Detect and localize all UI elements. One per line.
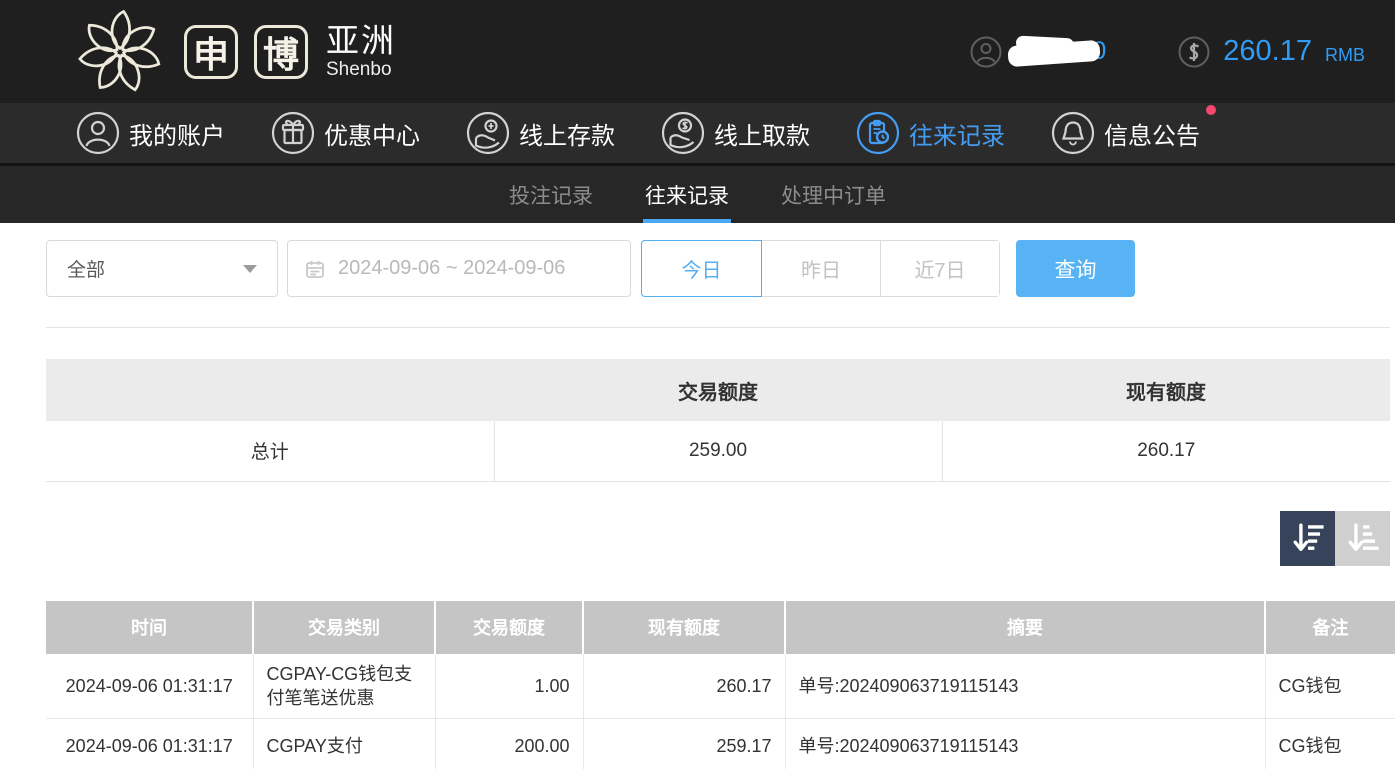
- flower-logo-icon: [78, 9, 161, 91]
- sort-ascending-icon: [1348, 523, 1379, 552]
- tab-transaction-records[interactable]: 往来记录: [643, 166, 731, 223]
- sort-descending-icon: [1293, 523, 1324, 552]
- calendar-icon: [306, 260, 324, 278]
- summary-total-balance: 260.17: [941, 421, 1390, 482]
- sort-descending-button[interactable]: [1280, 510, 1335, 566]
- logo-char-shen: 申: [184, 24, 238, 79]
- summary-header-balance: 现有额度: [942, 359, 1390, 421]
- account-icon: [76, 111, 120, 155]
- logo-region: 亚洲: [326, 22, 396, 59]
- gift-icon: [271, 111, 315, 155]
- sub-nav: 投注记录 往来记录 处理中订单: [0, 166, 1395, 223]
- bell-icon: [1051, 111, 1095, 155]
- col-header-summary: 摘要: [785, 600, 1266, 654]
- summary-total-row: 总计 259.00 260.17: [46, 421, 1390, 482]
- nav-label: 我的账户: [129, 122, 225, 150]
- nav-item-withdraw[interactable]: 线上取款: [661, 111, 818, 155]
- records-icon: [856, 111, 900, 155]
- logo-subtitle: Shenbo: [326, 59, 392, 80]
- summary-total-transaction: 259.00: [493, 421, 942, 482]
- logo-char-bo: 博: [254, 24, 308, 79]
- nav-item-promotions[interactable]: 优惠中心: [271, 111, 428, 155]
- withdraw-icon: [661, 111, 705, 155]
- nav-label: 优惠中心: [324, 122, 420, 150]
- search-button[interactable]: 查询: [1016, 240, 1135, 297]
- table-row: 2024-09-06 01:31:17 CGPAY-CG钱包支付笔笔送优惠 1.…: [46, 653, 1395, 720]
- topbar-right: ber3500 260.17 RMB: [970, 34, 1365, 68]
- chevron-down-icon: [243, 264, 257, 273]
- cell-balance: 259.17: [583, 718, 786, 769]
- cell-type: CGPAY-CG钱包支付笔笔送优惠: [253, 653, 436, 720]
- user-icon: [970, 36, 1002, 67]
- cell-summary: 单号:202409063719115143: [785, 718, 1266, 769]
- content: 全部 2024-09-06 ~ 2024-09-06 今日 昨日 近7日 查询: [0, 223, 1395, 769]
- dollar-coin-icon: [1178, 36, 1210, 67]
- balance-amount: 260.17: [1223, 35, 1312, 67]
- records-table: 时间 交易类别 交易额度 现有额度 摘要 备注 2024-09-06 01:31…: [46, 600, 1395, 769]
- account-info[interactable]: ber3500: [970, 34, 1106, 68]
- nav-item-transaction-records[interactable]: 往来记录: [856, 111, 1013, 155]
- main-nav: 我的账户 优惠中心 线上存款 线上取款 往来记录 信息公告: [0, 103, 1395, 166]
- topbar: 申 博 亚洲 Shenbo ber3500: [0, 0, 1395, 103]
- cell-time: 2024-09-06 01:31:17: [46, 718, 254, 769]
- tab-betting-records[interactable]: 投注记录: [507, 166, 595, 223]
- summary-table: 交易额度 现有额度 总计 259.00 260.17: [46, 359, 1390, 482]
- col-header-note: 备注: [1265, 600, 1395, 654]
- quick-range-last7days[interactable]: 近7日: [880, 241, 999, 296]
- tab-pending-orders[interactable]: 处理中订单: [779, 166, 888, 223]
- summary-header-row: 交易额度 现有额度: [46, 359, 1390, 421]
- logo-text: 亚洲 Shenbo: [326, 24, 396, 79]
- cell-amount: 1.00: [435, 653, 584, 720]
- deposit-icon: [466, 111, 510, 155]
- quick-range-group: 今日 昨日 近7日: [641, 240, 1000, 297]
- summary-header-empty: [46, 359, 494, 421]
- nav-item-deposit[interactable]: 线上存款: [466, 111, 623, 155]
- table-row: 2024-09-06 01:31:17 CGPAY支付 200.00 259.1…: [46, 718, 1395, 769]
- col-header-balance: 现有额度: [583, 600, 786, 654]
- cell-note: CG钱包: [1265, 718, 1395, 769]
- balance-info[interactable]: 260.17 RMB: [1178, 35, 1365, 68]
- cell-balance: 260.17: [583, 653, 786, 720]
- nav-item-my-account[interactable]: 我的账户: [76, 111, 233, 155]
- cell-type: CGPAY支付: [253, 718, 436, 769]
- date-range-value: 2024-09-06 ~ 2024-09-06: [338, 257, 566, 279]
- cell-summary: 单号:202409063719115143: [785, 653, 1266, 720]
- sort-ascending-button[interactable]: [1335, 510, 1390, 566]
- nav-label: 线上存款: [519, 122, 615, 150]
- cell-time: 2024-09-06 01:31:17: [46, 653, 254, 720]
- col-header-type: 交易类别: [253, 600, 436, 654]
- currency-label: RMB: [1325, 44, 1365, 65]
- summary-header-transaction: 交易额度: [494, 359, 942, 421]
- sort-controls: [46, 510, 1390, 566]
- notification-dot: [1206, 105, 1216, 115]
- quick-range-today[interactable]: 今日: [641, 240, 762, 297]
- logo: 申 博 亚洲 Shenbo: [72, 6, 396, 98]
- nav-label: 往来记录: [909, 122, 1005, 150]
- divider: [46, 327, 1390, 328]
- cell-amount: 200.00: [435, 718, 584, 769]
- summary-total-label: 总计: [46, 421, 494, 482]
- col-header-amount: 交易额度: [435, 600, 584, 654]
- category-selected-value: 全部: [67, 260, 106, 281]
- nav-item-announcements[interactable]: 信息公告: [1051, 105, 1216, 155]
- records-header-row: 时间 交易类别 交易额度 现有额度 摘要 备注: [46, 600, 1395, 654]
- date-range-input[interactable]: 2024-09-06 ~ 2024-09-06: [287, 240, 631, 297]
- col-header-time: 时间: [46, 600, 254, 654]
- redaction-overlay-2: [1015, 34, 1074, 53]
- nav-label: 信息公告: [1104, 122, 1200, 150]
- filter-row: 全部 2024-09-06 ~ 2024-09-06 今日 昨日 近7日 查询: [46, 240, 1395, 297]
- cell-note: CG钱包: [1265, 653, 1395, 720]
- page: 申 博 亚洲 Shenbo ber3500: [0, 0, 1395, 769]
- category-select[interactable]: 全部: [46, 240, 278, 297]
- nav-label: 线上取款: [714, 122, 810, 150]
- quick-range-yesterday[interactable]: 昨日: [761, 241, 880, 296]
